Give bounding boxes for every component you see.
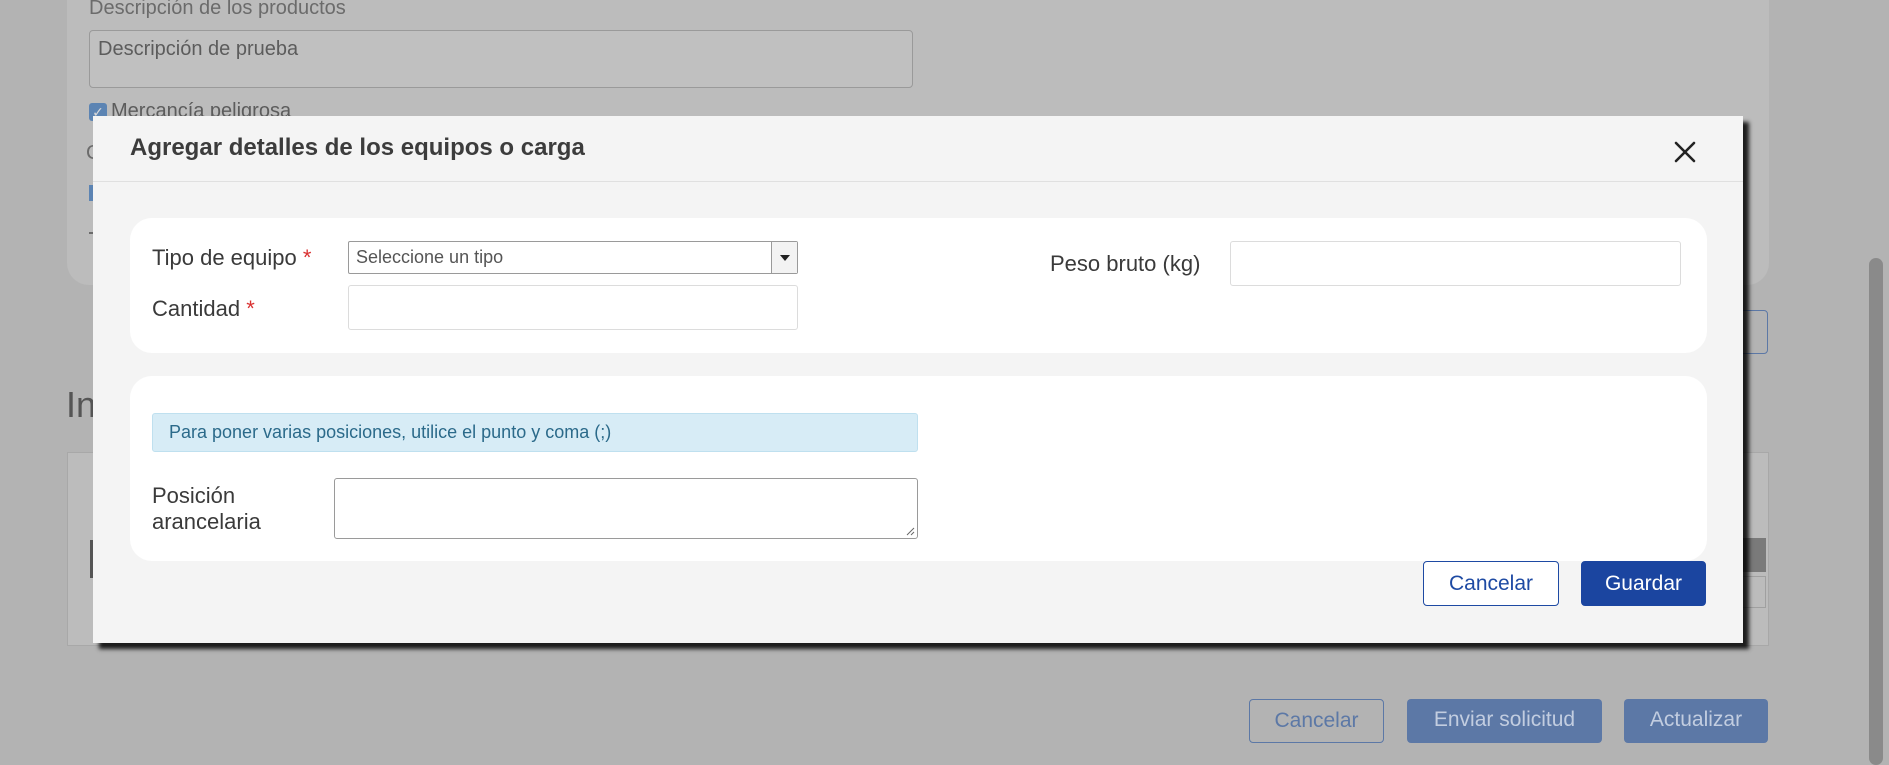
tariff-label-line1: Posición [152,483,236,508]
background-update-button: Actualizar [1624,699,1768,743]
cancel-button[interactable]: Cancelar [1423,561,1559,606]
info-message: Para poner varias posiciones, utilice el… [152,413,918,452]
background-section-title: In [66,384,97,425]
tariff-section: Para poner varias posiciones, utilice el… [130,376,1707,561]
background-cancel-button: Cancelar [1249,699,1384,743]
required-mark: * [246,296,255,321]
equipment-type-label-text: Tipo de equipo [152,245,297,270]
tariff-position-textarea[interactable] [334,478,918,539]
equipment-type-label: Tipo de equipo * [152,245,311,271]
quantity-label-text: Cantidad [152,296,241,321]
quantity-input[interactable] [348,285,798,330]
required-mark: * [302,245,312,270]
modal-header: Agregar detalles de los equipos o carga [93,116,1743,182]
tariff-position-label: Posición arancelaria [152,483,261,535]
equipment-details-modal: Agregar detalles de los equipos o carga … [93,116,1743,643]
equipment-type-select[interactable]: Seleccione un tipo [348,241,798,274]
equipment-fields-section: Tipo de equipo * Seleccione un tipo Cant… [130,218,1707,353]
close-icon [1674,141,1696,163]
gross-weight-input[interactable] [1230,241,1681,286]
equipment-type-placeholder: Seleccione un tipo [356,247,504,267]
close-button[interactable] [1671,138,1699,166]
tariff-label-line2: arancelaria [152,509,261,534]
save-button[interactable]: Guardar [1581,561,1706,606]
product-description-label: Descripción de los productos [89,0,346,19]
gross-weight-label: Peso bruto (kg) [1050,251,1201,276]
resize-grip-icon[interactable] [905,526,915,536]
product-description-field: Descripción de prueba [89,30,913,88]
quantity-label: Cantidad * [152,296,255,322]
page-scrollbar[interactable] [1869,258,1883,765]
background-send-request-button: Enviar solicitud [1407,699,1602,743]
modal-title: Agregar detalles de los equipos o carga [130,134,585,161]
chevron-down-icon[interactable] [771,242,797,273]
